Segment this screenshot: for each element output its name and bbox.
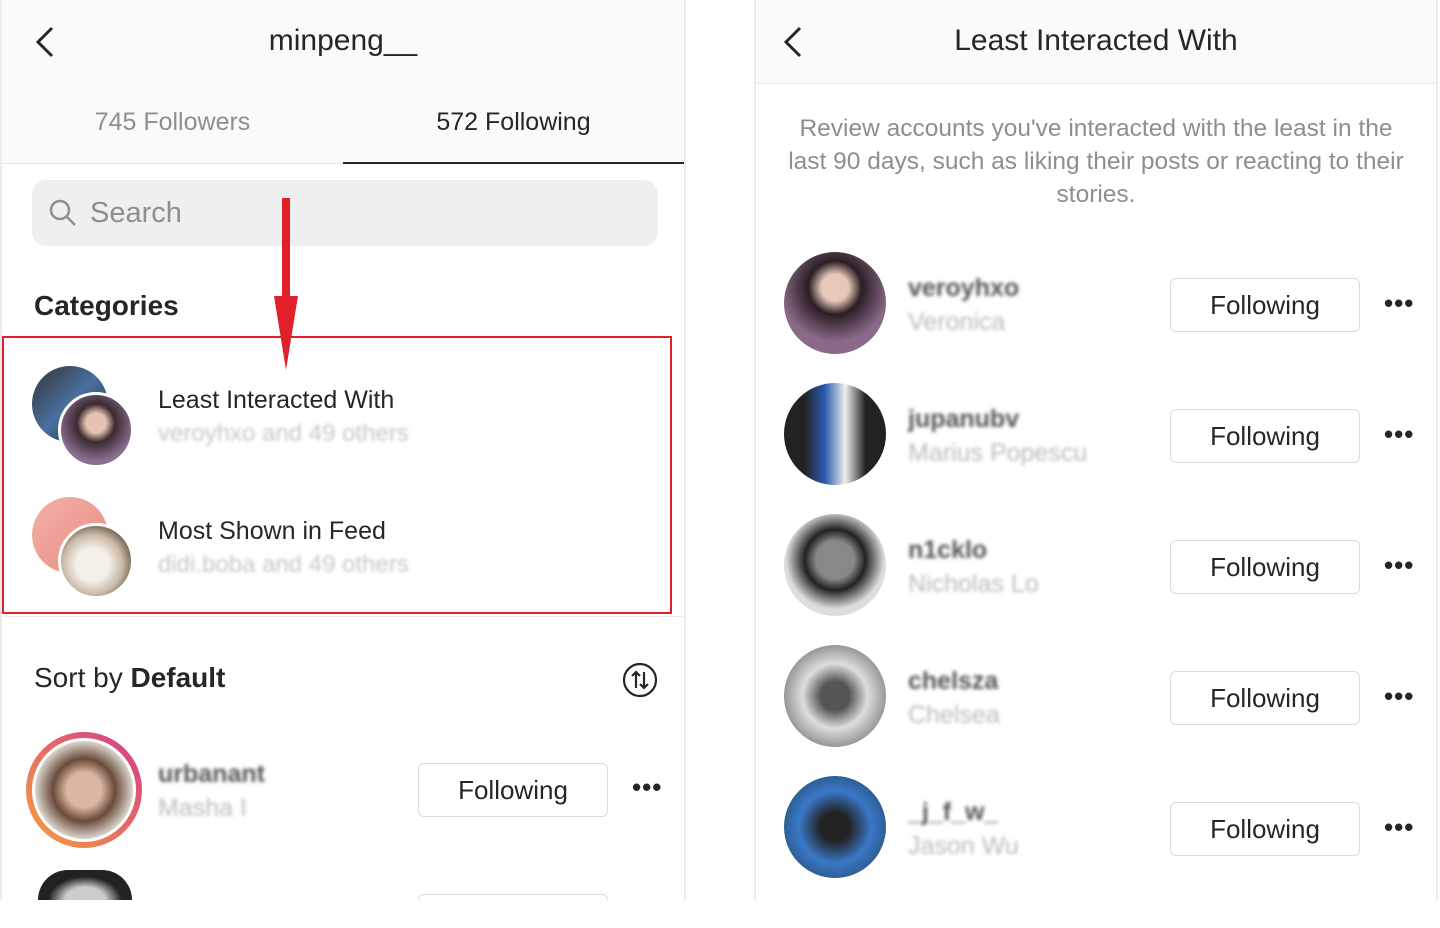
list-item[interactable]: urbanant Masha I Following ••• bbox=[2, 728, 684, 852]
category-title: Most Shown in Feed bbox=[158, 517, 386, 545]
following-button[interactable]: Following bbox=[1170, 540, 1360, 594]
following-panel: minpeng__ 745 Followers 572 Following Se… bbox=[0, 0, 686, 900]
page-title: minpeng__ bbox=[268, 24, 418, 57]
more-horizontal-icon[interactable]: ••• bbox=[632, 772, 662, 803]
full-name: Jason Wu bbox=[908, 832, 1019, 860]
description: Review accounts you've interacted with t… bbox=[788, 115, 1404, 208]
following-button[interactable] bbox=[418, 894, 608, 900]
list-item[interactable]: _j_f_w_ Jason Wu Following ••• bbox=[756, 776, 1436, 880]
avatar bbox=[784, 252, 886, 354]
following-button[interactable]: Following bbox=[1170, 802, 1360, 856]
more-horizontal-icon[interactable]: ••• bbox=[1384, 550, 1414, 581]
full-name: Masha I bbox=[158, 794, 247, 822]
search-input[interactable]: Search bbox=[32, 180, 658, 246]
list-item[interactable]: chelsza Chelsea Following ••• bbox=[756, 645, 1436, 749]
least-interacted-panel: Least Interacted With Review accounts yo… bbox=[754, 0, 1438, 900]
search-icon bbox=[49, 199, 76, 226]
full-name: Chelsea bbox=[908, 701, 1000, 729]
category-title: Least Interacted With bbox=[158, 386, 395, 414]
avatar bbox=[58, 523, 134, 599]
category-subtitle: veroyhxo and 49 others bbox=[158, 420, 409, 447]
tabs: 745 Followers 572 Following bbox=[2, 84, 684, 164]
tab-followers[interactable]: 745 Followers bbox=[2, 84, 343, 164]
avatar bbox=[784, 514, 886, 616]
category-most-shown[interactable]: Most Shown in Feed didi.boba and 49 othe… bbox=[32, 497, 652, 607]
list-item[interactable]: jupanubv Marius Popescu Following ••• bbox=[756, 383, 1436, 487]
avatar bbox=[38, 870, 132, 900]
header: Least Interacted With bbox=[756, 0, 1436, 84]
following-button[interactable]: Following bbox=[418, 763, 608, 817]
page-title: Least Interacted With bbox=[954, 24, 1238, 57]
avatar bbox=[784, 383, 886, 485]
sort-prefix: Sort by bbox=[34, 662, 131, 693]
list-item[interactable]: n1cklo Nicholas Lo Following ••• bbox=[756, 514, 1436, 618]
avatar bbox=[32, 738, 136, 842]
username[interactable]: n1cklo bbox=[908, 536, 987, 565]
sort-label: Sort by Default bbox=[34, 662, 225, 694]
following-button[interactable]: Following bbox=[1170, 671, 1360, 725]
following-button[interactable]: Following bbox=[1170, 409, 1360, 463]
divider bbox=[2, 616, 684, 617]
username[interactable]: jupanubv bbox=[908, 405, 1019, 434]
following-button[interactable]: Following bbox=[1170, 278, 1360, 332]
more-horizontal-icon[interactable]: ••• bbox=[1384, 812, 1414, 843]
list-item[interactable]: veroyhxo Veronica Following ••• bbox=[756, 252, 1436, 356]
arrow-down-icon bbox=[274, 198, 298, 370]
category-subtitle: didi.boba and 49 others bbox=[158, 551, 409, 578]
full-name: Marius Popescu bbox=[908, 439, 1088, 467]
categories-heading: Categories bbox=[34, 290, 179, 321]
sort-arrows-icon[interactable] bbox=[622, 662, 658, 698]
more-horizontal-icon[interactable]: ••• bbox=[1384, 419, 1414, 450]
header: minpeng__ bbox=[2, 0, 684, 84]
sort-value[interactable]: Default bbox=[130, 662, 225, 693]
more-horizontal-icon[interactable]: ••• bbox=[1384, 288, 1414, 319]
avatar bbox=[784, 645, 886, 747]
avatar bbox=[784, 776, 886, 878]
full-name: Nicholas Lo bbox=[908, 570, 1039, 598]
username[interactable]: urbanant bbox=[158, 760, 265, 789]
category-least-interacted[interactable]: Least Interacted With veroyhxo and 49 ot… bbox=[32, 366, 652, 476]
username[interactable]: veroyhxo bbox=[908, 274, 1019, 303]
full-name: Veronica bbox=[908, 308, 1006, 336]
avatar bbox=[58, 392, 134, 468]
more-horizontal-icon[interactable]: ••• bbox=[1384, 681, 1414, 712]
username[interactable]: chelsza bbox=[908, 667, 998, 696]
search-placeholder: Search bbox=[90, 196, 182, 229]
list-item[interactable] bbox=[2, 870, 684, 900]
tab-following[interactable]: 572 Following bbox=[343, 84, 684, 164]
username[interactable]: _j_f_w_ bbox=[908, 798, 998, 827]
